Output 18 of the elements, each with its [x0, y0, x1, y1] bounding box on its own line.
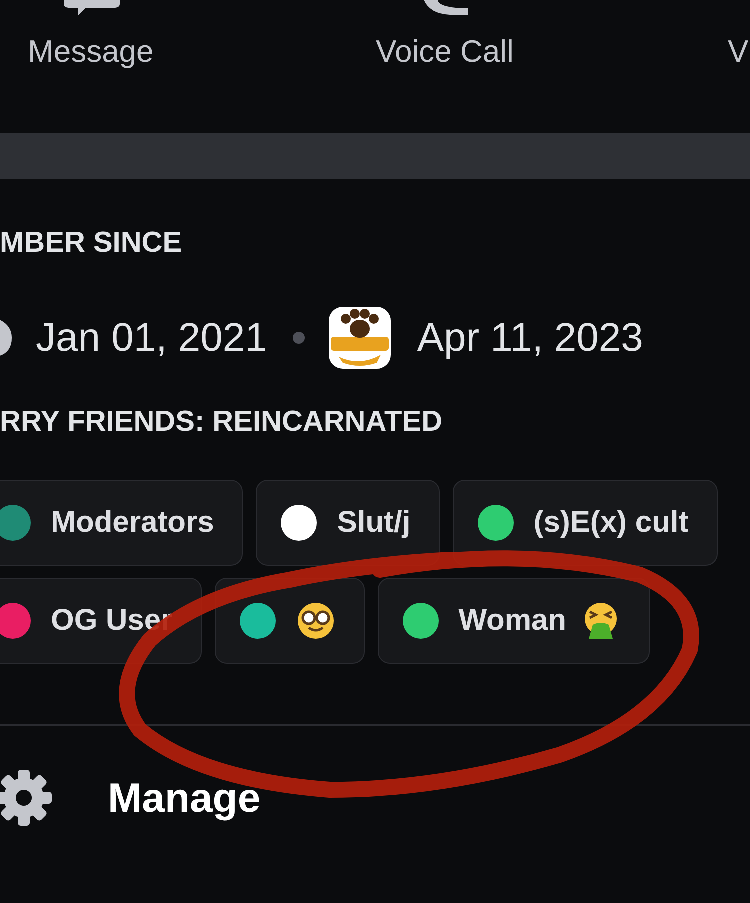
nerd-face-icon [296, 601, 336, 641]
action-button[interactable]: Message [28, 36, 154, 67]
server-icon [329, 307, 392, 369]
role-name: Woman [458, 606, 567, 636]
date-text: Jan 01, 2021 [36, 318, 268, 358]
phone-icon [422, 0, 470, 16]
settings-icon [0, 768, 54, 828]
role-name: (s)E(x) cult [534, 508, 689, 538]
action-button[interactable]: Voice Call [376, 36, 514, 67]
date-text: Apr 11, 2023 [417, 318, 644, 358]
chat-bubble-icon [64, 0, 120, 18]
role-name: Moderators [51, 508, 214, 538]
section-heading: MBER SINCE [0, 229, 182, 258]
logo-icon [0, 318, 12, 358]
role-name: Slut/j [337, 508, 411, 538]
manage-button[interactable]: Manage [108, 778, 261, 818]
action-button[interactable]: V [728, 36, 749, 67]
section-heading: RRY FRIENDS: REINCARNATED [0, 408, 443, 437]
